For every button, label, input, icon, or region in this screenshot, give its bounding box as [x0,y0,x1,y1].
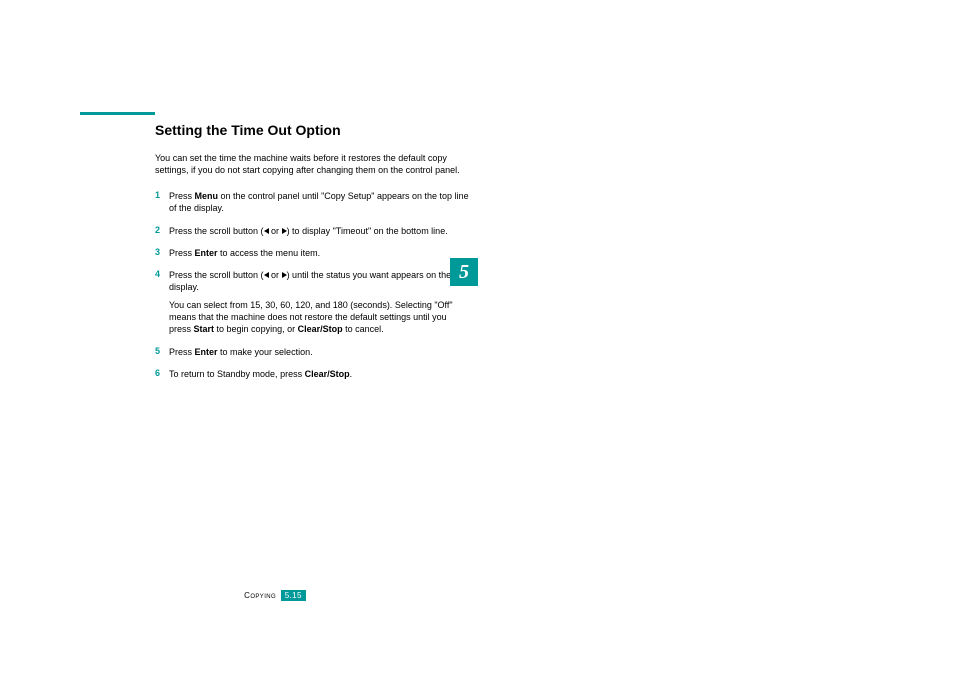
step-number: 1 [155,190,169,214]
step-text: Press the scroll button ( or ) until the… [169,269,470,336]
step-list: 1 Press Menu on the control panel until … [155,190,470,380]
step-text: Press the scroll button ( or ) to displa… [169,225,448,237]
footer-page-number: 5.15 [281,590,306,601]
step-number: 3 [155,247,169,259]
step-4: 4 Press the scroll button ( or ) until t… [155,269,470,336]
step-text: Press Menu on the control panel until "C… [169,190,470,214]
step-text: Press Enter to access the menu item. [169,247,320,259]
step-1: 1 Press Menu on the control panel until … [155,190,470,214]
step-text: To return to Standby mode, press Clear/S… [169,368,352,380]
step-5: 5 Press Enter to make your selection. [155,346,470,358]
step-number: 5 [155,346,169,358]
page-footer: Copying 5.15 [155,590,395,601]
step-number: 2 [155,225,169,237]
section-heading: Setting the Time Out Option [155,122,470,138]
step-2: 2 Press the scroll button ( or ) to disp… [155,225,470,237]
step-number: 6 [155,368,169,380]
step-6: 6 To return to Standby mode, press Clear… [155,368,470,380]
step-number: 4 [155,269,169,336]
page-body: Setting the Time Out Option You can set … [80,112,480,390]
chapter-tab: 5 [450,258,478,286]
step-3: 3 Press Enter to access the menu item. [155,247,470,259]
step-text: Press Enter to make your selection. [169,346,313,358]
footer-section-label: Copying [244,591,276,600]
intro-text: You can set the time the machine waits b… [155,152,470,176]
